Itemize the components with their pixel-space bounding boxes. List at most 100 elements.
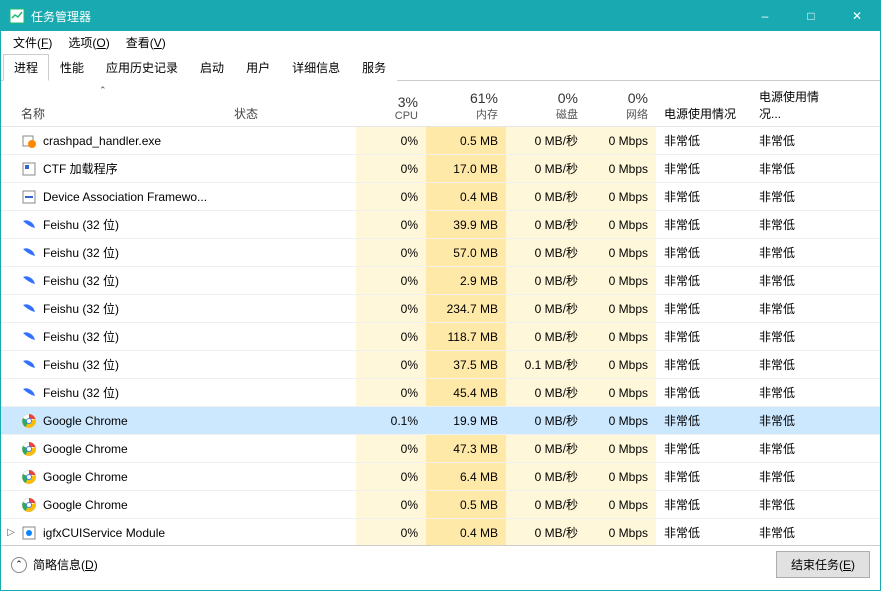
fewer-details-toggle[interactable]: ⌃ 简略信息(D) [11,556,98,573]
process-row[interactable]: Feishu (32 位)0%45.4 MB0 MB/秒0 Mbps非常低非常低 [1,379,880,407]
mem-cell: 57.0 MB [426,239,506,266]
col-cpu[interactable]: 3%CPU [356,94,426,122]
column-headers: 名称 状态 3%CPU 61%内存 0%磁盘 0%网络 电源使用情况 电源使用情… [1,81,880,127]
mem-cell: 2.9 MB [426,267,506,294]
process-row[interactable]: crashpad_handler.exe0%0.5 MB0 MB/秒0 Mbps… [1,127,880,155]
tab-6[interactable]: 服务 [351,54,397,81]
col-net[interactable]: 0%网络 [586,90,656,122]
disk-cell: 0 MB/秒 [506,491,586,518]
feishu-icon [21,385,37,401]
power-cell: 非常低 [656,463,751,490]
titlebar[interactable]: 任务管理器 – □ ✕ [1,1,880,31]
process-row[interactable]: Google Chrome0%0.5 MB0 MB/秒0 Mbps非常低非常低 [1,491,880,519]
menubar: 文件(F) 选项(O) 查看(V) [1,31,880,53]
process-row[interactable]: CTF 加载程序0%17.0 MB0 MB/秒0 Mbps非常低非常低 [1,155,880,183]
tab-0[interactable]: 进程 [3,54,49,81]
process-row[interactable]: Google Chrome0%47.3 MB0 MB/秒0 Mbps非常低非常低 [1,435,880,463]
power-cell: 非常低 [656,239,751,266]
mem-cell: 47.3 MB [426,435,506,462]
tab-2[interactable]: 应用历史记录 [95,54,189,81]
tab-5[interactable]: 详细信息 [281,54,351,81]
menu-file[interactable]: 文件(F) [5,32,60,53]
tab-3[interactable]: 启动 [189,54,235,81]
col-mem[interactable]: 61%内存 [426,90,506,122]
col-disk[interactable]: 0%磁盘 [506,90,586,122]
disk-cell: 0.1 MB/秒 [506,351,586,378]
mem-cell: 37.5 MB [426,351,506,378]
process-row[interactable]: ▷igfxCUIService Module0%0.4 MB0 MB/秒0 Mb… [1,519,880,545]
process-row[interactable]: Feishu (32 位)0%37.5 MB0.1 MB/秒0 Mbps非常低非… [1,351,880,379]
cpu-cell: 0% [356,519,426,545]
cpu-cell: 0% [356,295,426,322]
menu-view[interactable]: 查看(V) [118,32,174,53]
disk-cell: 0 MB/秒 [506,155,586,182]
crash-icon [21,133,37,149]
feishu-icon [21,217,37,233]
power-trend-cell: 非常低 [751,519,846,545]
disk-cell: 0 MB/秒 [506,407,586,434]
net-cell: 0 Mbps [586,491,656,518]
net-cell: 0 Mbps [586,183,656,210]
chrome-icon [21,441,37,457]
feishu-icon [21,273,37,289]
window-title: 任务管理器 [31,8,742,25]
feishu-icon [21,329,37,345]
process-row[interactable]: Google Chrome0.1%19.9 MB0 MB/秒0 Mbps非常低非… [1,407,880,435]
disk-cell: 0 MB/秒 [506,435,586,462]
disk-cell: 0 MB/秒 [506,183,586,210]
tabs: 进程性能应用历史记录启动用户详细信息服务 [1,53,880,81]
cpu-cell: 0% [356,267,426,294]
process-row[interactable]: Feishu (32 位)0%118.7 MB0 MB/秒0 Mbps非常低非常… [1,323,880,351]
process-name-cell: Google Chrome [21,497,226,513]
expand-icon[interactable]: ▷ [1,527,21,538]
maximize-button[interactable]: □ [788,1,834,31]
net-cell: 0 Mbps [586,435,656,462]
cpu-cell: 0% [356,239,426,266]
process-row[interactable]: Feishu (32 位)0%2.9 MB0 MB/秒0 Mbps非常低非常低 [1,267,880,295]
power-cell: 非常低 [656,295,751,322]
process-row[interactable]: Feishu (32 位)0%234.7 MB0 MB/秒0 Mbps非常低非常… [1,295,880,323]
mem-cell: 17.0 MB [426,155,506,182]
power-cell: 非常低 [656,323,751,350]
process-name-cell: Feishu (32 位) [21,356,226,373]
power-cell: 非常低 [656,351,751,378]
end-task-button[interactable]: 结束任务(E) [776,551,870,578]
process-row[interactable]: Feishu (32 位)0%39.9 MB0 MB/秒0 Mbps非常低非常低 [1,211,880,239]
process-list[interactable]: crashpad_handler.exe0%0.5 MB0 MB/秒0 Mbps… [1,127,880,545]
tab-1[interactable]: 性能 [49,54,95,81]
net-cell: 0 Mbps [586,351,656,378]
disk-cell: 0 MB/秒 [506,463,586,490]
col-status[interactable]: 状态 [226,105,356,122]
col-power-usage-trend[interactable]: 电源使用情况... [751,88,846,122]
power-trend-cell: 非常低 [751,211,846,238]
power-trend-cell: 非常低 [751,407,846,434]
mem-cell: 0.5 MB [426,491,506,518]
disk-cell: 0 MB/秒 [506,519,586,545]
mem-cell: 39.9 MB [426,211,506,238]
footer: ⌃ 简略信息(D) 结束任务(E) [1,545,880,583]
tab-4[interactable]: 用户 [235,54,281,81]
minimize-button[interactable]: – [742,1,788,31]
cpu-cell: 0.1% [356,407,426,434]
chrome-icon [21,469,37,485]
menu-options[interactable]: 选项(O) [60,32,117,53]
net-cell: 0 Mbps [586,267,656,294]
close-button[interactable]: ✕ [834,1,880,31]
power-trend-cell: 非常低 [751,239,846,266]
col-name[interactable]: 名称 [1,105,226,122]
power-trend-cell: 非常低 [751,435,846,462]
disk-cell: 0 MB/秒 [506,239,586,266]
process-row[interactable]: Device Association Framewo...0%0.4 MB0 M… [1,183,880,211]
app-icon [9,8,25,24]
process-name-cell: Google Chrome [21,469,226,485]
power-cell: 非常低 [656,183,751,210]
process-row[interactable]: Google Chrome0%6.4 MB0 MB/秒0 Mbps非常低非常低 [1,463,880,491]
col-power-usage[interactable]: 电源使用情况 [656,105,751,122]
process-row[interactable]: Feishu (32 位)0%57.0 MB0 MB/秒0 Mbps非常低非常低 [1,239,880,267]
net-cell: 0 Mbps [586,407,656,434]
mem-cell: 19.9 MB [426,407,506,434]
process-name-cell: Feishu (32 位) [21,216,226,233]
net-cell: 0 Mbps [586,463,656,490]
process-name-cell: Device Association Framewo... [21,189,226,205]
feishu-icon [21,245,37,261]
